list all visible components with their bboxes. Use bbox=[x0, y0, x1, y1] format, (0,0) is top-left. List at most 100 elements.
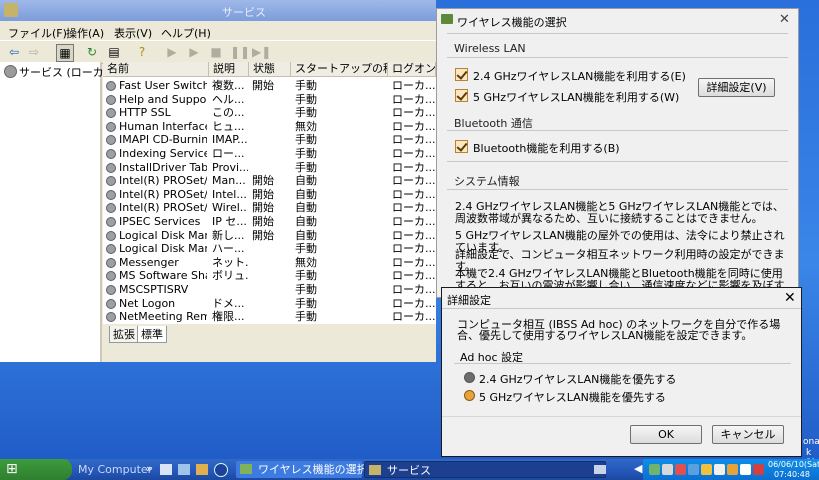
detail-settings-button[interactable]: 詳細設定(V) bbox=[698, 78, 775, 97]
next-icon[interactable]: ▶ bbox=[186, 44, 202, 60]
gear-icon bbox=[106, 149, 116, 159]
radio-5ghz[interactable] bbox=[464, 390, 475, 401]
cell-desc: Wirel... bbox=[212, 201, 248, 215]
detail-title-bar[interactable]: 詳細設定 ✕ bbox=[442, 288, 801, 308]
tab-extended[interactable]: 拡張 bbox=[109, 326, 139, 343]
tray-app-icon[interactable] bbox=[753, 464, 764, 475]
menu-file[interactable]: ファイル(F) bbox=[8, 25, 67, 41]
checkbox-24ghz[interactable] bbox=[455, 68, 468, 81]
language-bar-icon[interactable] bbox=[594, 465, 606, 474]
export-list-icon[interactable]: ▤ bbox=[106, 44, 122, 60]
tray-date[interactable]: 06/06/10(Sat) bbox=[768, 460, 819, 469]
column-startup-type[interactable]: スタートアップの種類 bbox=[291, 62, 388, 77]
quicklaunch-app-icon[interactable] bbox=[196, 464, 208, 475]
quicklaunch-window-icon[interactable] bbox=[178, 464, 190, 475]
tray-ime-icon[interactable] bbox=[727, 464, 738, 475]
tray-power-icon[interactable] bbox=[740, 464, 751, 475]
column-name[interactable]: 名前 bbox=[103, 62, 209, 77]
table-row[interactable]: Net Logon ドメ... 手動 ローカ... bbox=[103, 297, 436, 311]
restart-service-icon[interactable]: ▶❚ bbox=[252, 44, 271, 60]
stop-service-icon[interactable]: ■ bbox=[208, 44, 224, 60]
table-row[interactable]: IPSEC Services IP セ... 開始 自動 ローカ... bbox=[103, 215, 436, 229]
tray-bluetooth-icon[interactable] bbox=[688, 464, 699, 475]
column-description[interactable]: 説明 bbox=[209, 62, 249, 77]
cell-desc: 権限... bbox=[212, 310, 245, 324]
table-row[interactable]: Logical Disk Manager 新し... 開始 自動 ローカ... bbox=[103, 229, 436, 243]
close-icon[interactable]: ✕ bbox=[784, 290, 796, 306]
quicklaunch-browser-icon[interactable] bbox=[214, 463, 228, 477]
table-row[interactable]: Help and Support ヘル... 手動 ローカ... bbox=[103, 93, 436, 107]
checkbox-bluetooth-label[interactable]: Bluetooth機能を利用する(B) bbox=[473, 140, 620, 156]
tree-root-services[interactable]: サービス (ローカル) bbox=[4, 64, 119, 80]
forward-icon[interactable]: ⇨ bbox=[26, 44, 42, 60]
menu-action[interactable]: 操作(A) bbox=[66, 25, 104, 41]
table-row[interactable]: Logical Disk Manage... ハー... 手動 ローカ... bbox=[103, 242, 436, 256]
gear-icon bbox=[106, 135, 116, 146]
ok-button[interactable]: OK bbox=[630, 425, 702, 444]
show-desktop-icon[interactable] bbox=[160, 464, 172, 475]
radio-5ghz-label[interactable]: 5 GHzワイヤレスLAN機能を優先する bbox=[479, 389, 666, 405]
tray-volume-icon[interactable] bbox=[714, 464, 725, 475]
table-row[interactable]: MSCSPTISRV 手動 ローカ... bbox=[103, 283, 436, 297]
column-logon[interactable]: ログオン bbox=[388, 62, 436, 77]
gear-icon bbox=[106, 298, 116, 309]
table-row[interactable]: Intel(R) PROSet/Wi... Intel... 開始 自動 ローカ... bbox=[103, 188, 436, 202]
tree-pane: サービス (ローカル) bbox=[0, 62, 119, 362]
table-row[interactable]: Indexing Service ロー... 手動 ローカ... bbox=[103, 147, 436, 161]
refresh-icon[interactable]: ↻ bbox=[84, 44, 100, 60]
table-row[interactable]: NetMeeting Remote... 権限... 手動 ローカ... bbox=[103, 310, 436, 324]
tray-security-icon[interactable] bbox=[701, 464, 712, 475]
tray-wireless-icon[interactable] bbox=[675, 464, 686, 475]
tray-arrow-icon[interactable]: ◀ bbox=[634, 462, 642, 475]
table-row[interactable]: HTTP SSL この... 手動 ローカ... bbox=[103, 106, 436, 120]
cancel-button[interactable]: キャンセル bbox=[712, 425, 784, 444]
tray-network-icon[interactable] bbox=[649, 464, 660, 475]
cell-status: 開始 bbox=[252, 215, 274, 228]
table-row[interactable]: Intel(R) PROSet/Wi... Man... 開始 自動 ローカ... bbox=[103, 174, 436, 188]
cell-desc: ロー... bbox=[212, 147, 245, 160]
table-row[interactable]: Fast User Switching... 複数... 開始 手動 ローカ... bbox=[103, 79, 436, 93]
tab-standard[interactable]: 標準 bbox=[137, 326, 167, 343]
table-row[interactable]: Human Interface D... ヒュ... 無効 ローカ... bbox=[103, 120, 436, 134]
radio-24ghz[interactable] bbox=[464, 372, 475, 383]
menu-help[interactable]: ヘルプ(H) bbox=[161, 25, 211, 41]
cell-startup: 手動 bbox=[295, 296, 317, 310]
table-row[interactable]: MS Software Shado... ボリュ... 手動 ローカ... bbox=[103, 269, 436, 283]
task-wireless[interactable]: ワイヤレス機能の選択 bbox=[236, 461, 368, 478]
desktop-text-1: onal bbox=[803, 437, 819, 447]
column-status[interactable]: 状態 bbox=[249, 62, 291, 77]
table-row[interactable]: InstallDriver Table ... Provi... 手動 ローカ... bbox=[103, 161, 436, 175]
tray-display-icon[interactable] bbox=[662, 464, 673, 475]
pause-service-icon[interactable]: ❚❚ bbox=[230, 44, 250, 60]
cell-desc: ボリュ... bbox=[212, 269, 248, 283]
menu-view[interactable]: 表示(V) bbox=[114, 25, 152, 41]
services-list: 名前 説明 状態 スタートアップの種類 ログオン Fast User Switc… bbox=[103, 62, 436, 324]
checkbox-bluetooth[interactable] bbox=[455, 140, 468, 153]
close-icon[interactable]: ✕ bbox=[779, 12, 790, 27]
toolbar: ⇦ ⇨ ▦ ↻ ▤ ? ▶ ▶ ■ ❚❚ ▶❚ bbox=[0, 40, 436, 64]
start-service-icon[interactable]: ▶ bbox=[164, 44, 180, 60]
toolbar-my-computer[interactable]: My Computer bbox=[78, 463, 152, 476]
wireless-title-bar[interactable]: ワイヤレス機能の選択 ✕ bbox=[437, 9, 798, 31]
checkbox-5ghz[interactable] bbox=[455, 89, 468, 102]
section-wireless-lan: Wireless LAN bbox=[454, 42, 526, 55]
back-icon[interactable]: ⇦ bbox=[6, 44, 22, 60]
radio-24ghz-label[interactable]: 2.4 GHzワイヤレスLAN機能を優先する bbox=[479, 371, 676, 387]
show-tree-icon[interactable]: ▦ bbox=[56, 44, 74, 62]
start-button[interactable]: ⊞ bbox=[0, 459, 72, 480]
gear-icon bbox=[106, 217, 116, 227]
gear-icon bbox=[106, 94, 116, 105]
services-title-bar[interactable]: サービス bbox=[0, 0, 436, 21]
cell-desc: ヒュ... bbox=[212, 119, 245, 133]
tray-clock[interactable]: 07:40:48 bbox=[774, 470, 810, 479]
cell-name: Messenger bbox=[119, 255, 179, 269]
quicklaunch-chevron[interactable]: » bbox=[146, 462, 153, 475]
task-services-label: サービス bbox=[387, 464, 431, 477]
table-row[interactable]: Messenger ネット... 無効 ローカ... bbox=[103, 256, 436, 270]
table-row[interactable]: Intel(R) PROSet/Wi... Wirel... 開始 自動 ローカ... bbox=[103, 201, 436, 215]
properties-icon[interactable]: ? bbox=[134, 44, 150, 60]
checkbox-24ghz-label[interactable]: 2.4 GHzワイヤレスLAN機能を利用する(E) bbox=[473, 68, 686, 84]
task-services[interactable]: サービス bbox=[364, 461, 606, 478]
checkbox-5ghz-label[interactable]: 5 GHzワイヤレスLAN機能を利用する(W) bbox=[473, 89, 679, 105]
table-row[interactable]: IMAPI CD-Burning C... IMAP... 手動 ローカ... bbox=[103, 133, 436, 147]
